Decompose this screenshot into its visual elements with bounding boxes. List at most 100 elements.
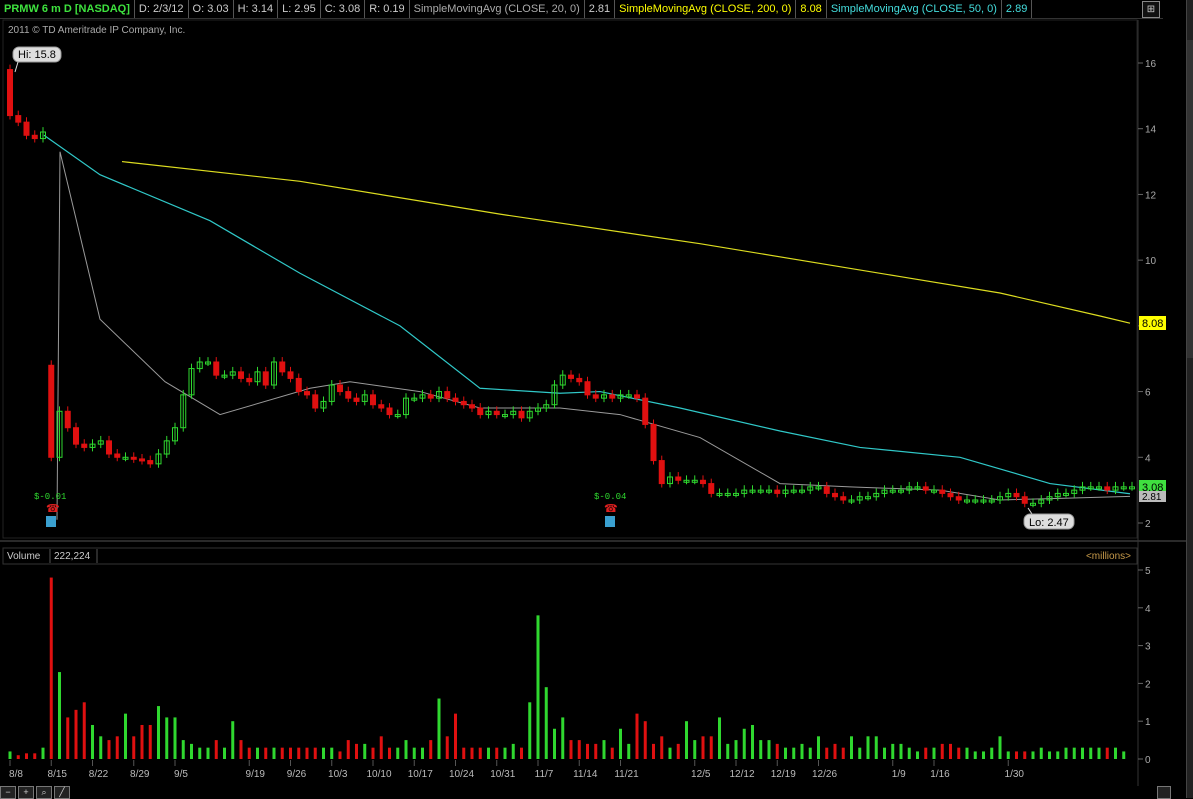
date-tick-label: 1/16 [930, 769, 950, 780]
candle-body [31, 134, 38, 140]
volume-bar [503, 747, 507, 759]
date-tick-label: 8/22 [89, 769, 109, 780]
volume-bar [949, 743, 952, 759]
volume-bar [907, 747, 911, 759]
candle-body [922, 486, 929, 491]
volume-bar [470, 747, 474, 759]
date-tick-label: 8/15 [48, 769, 68, 780]
volume-bar [223, 747, 226, 759]
candle-body [353, 397, 360, 402]
volume-tick-label: 1 [1145, 717, 1151, 728]
date-tick-label: 11/7 [535, 769, 554, 780]
volume-bar [132, 736, 136, 759]
volume-bar [594, 743, 598, 759]
volume-bar [817, 736, 820, 759]
resize-corner-icon[interactable] [1157, 786, 1171, 799]
date-tick-label: 11/21 [614, 769, 639, 780]
sma200-tag-text: 8.08 [1142, 318, 1163, 330]
volume-bar [759, 740, 763, 759]
volume-bar [916, 751, 919, 759]
date-tick-label: 10/17 [408, 769, 433, 780]
volume-tick-label: 2 [1145, 679, 1151, 690]
volume-bar [825, 747, 829, 759]
volume-bar [58, 672, 61, 759]
drawing-tool-icon[interactable]: ╱ [54, 786, 70, 799]
date-tick-label: 12/26 [812, 769, 837, 780]
candle-body [7, 69, 13, 117]
volume-bar [693, 740, 697, 759]
volume-bar [495, 747, 499, 759]
volume-bar [841, 747, 845, 759]
volume-bar [280, 747, 284, 759]
volume-bar [437, 698, 441, 759]
date-tick-label: 8/8 [9, 769, 23, 780]
earnings-marker-2[interactable]: $-0.04 ☎ [594, 492, 626, 527]
volume-bar [940, 743, 944, 759]
candle-body [955, 496, 962, 501]
date-tick-label: 8/29 [130, 769, 150, 780]
earnings-marker-1[interactable]: $-0.01 ☎ [34, 492, 66, 527]
volume-bar [668, 747, 672, 759]
dividend-icon [605, 516, 615, 527]
candle-body [642, 397, 649, 425]
volume-bar [305, 747, 309, 759]
candle-body [609, 394, 616, 399]
candle-body [370, 394, 376, 406]
sma200-price-tag: 8.08 [1139, 316, 1166, 330]
magnifier-icon[interactable]: ⌕ [36, 786, 52, 799]
volume-bar [808, 747, 812, 759]
volume-bar [313, 747, 317, 759]
dividend-icon [46, 516, 56, 527]
candle-body [700, 479, 706, 485]
earnings-value-2: $-0.04 [594, 492, 626, 502]
volume-bar [1006, 751, 1010, 759]
volume-bar [932, 747, 936, 759]
volume-bar [140, 724, 144, 759]
zoom-out-icon[interactable]: − [0, 786, 16, 799]
candle-body [345, 391, 352, 399]
date-tick-label: 9/19 [246, 769, 266, 780]
candle-body [469, 404, 475, 409]
price-volume-chart[interactable]: 2011 © TD Ameritrade IP Company, Inc. Vo… [0, 0, 1186, 786]
candle-body [840, 496, 847, 501]
volume-bar [1023, 751, 1027, 759]
candle-body [15, 115, 22, 123]
candle-body [64, 410, 71, 429]
volume-bar [1048, 751, 1051, 759]
volume-bar [421, 747, 424, 759]
volume-bar [833, 743, 837, 759]
high-callout-text: Hi: 15.8 [18, 49, 56, 61]
volume-bar [99, 736, 103, 759]
candle-body [287, 371, 294, 379]
candle-body [774, 489, 781, 494]
date-axis: 8/8 8/15 8/22 8/29 9/5 9/19 9/26 10/3 10/10 10/17… [9, 760, 1024, 780]
candle-body [378, 404, 385, 409]
candle-body [147, 460, 154, 465]
volume-bar [272, 747, 276, 759]
volume-bar [198, 747, 202, 759]
scrollbar-thumb[interactable] [1187, 40, 1193, 358]
volume-bar [883, 747, 886, 759]
price-tick-label: 16 [1145, 59, 1157, 70]
volume-bar [206, 747, 210, 759]
volume-bar [190, 743, 193, 759]
chart-toolbar: − + ⌕ ╱ [0, 786, 72, 799]
volume-bar [899, 743, 903, 759]
candle-body [1021, 496, 1028, 504]
volume-bars [8, 577, 1126, 759]
candle-body [246, 377, 253, 383]
candle-body [304, 391, 310, 396]
volume-bar [635, 713, 639, 759]
volume-bar [82, 702, 86, 759]
date-tick-label: 12/12 [729, 769, 754, 780]
volume-bar [107, 740, 111, 759]
volume-bar [569, 740, 573, 759]
volume-bar [718, 717, 721, 759]
volume-bar [751, 724, 754, 759]
zoom-in-icon[interactable]: + [18, 786, 34, 799]
volume-bar [775, 743, 779, 759]
volume-bar [379, 736, 383, 759]
volume-bar [792, 747, 796, 759]
volume-bar [41, 747, 45, 759]
volume-tick-label: 3 [1145, 642, 1151, 653]
